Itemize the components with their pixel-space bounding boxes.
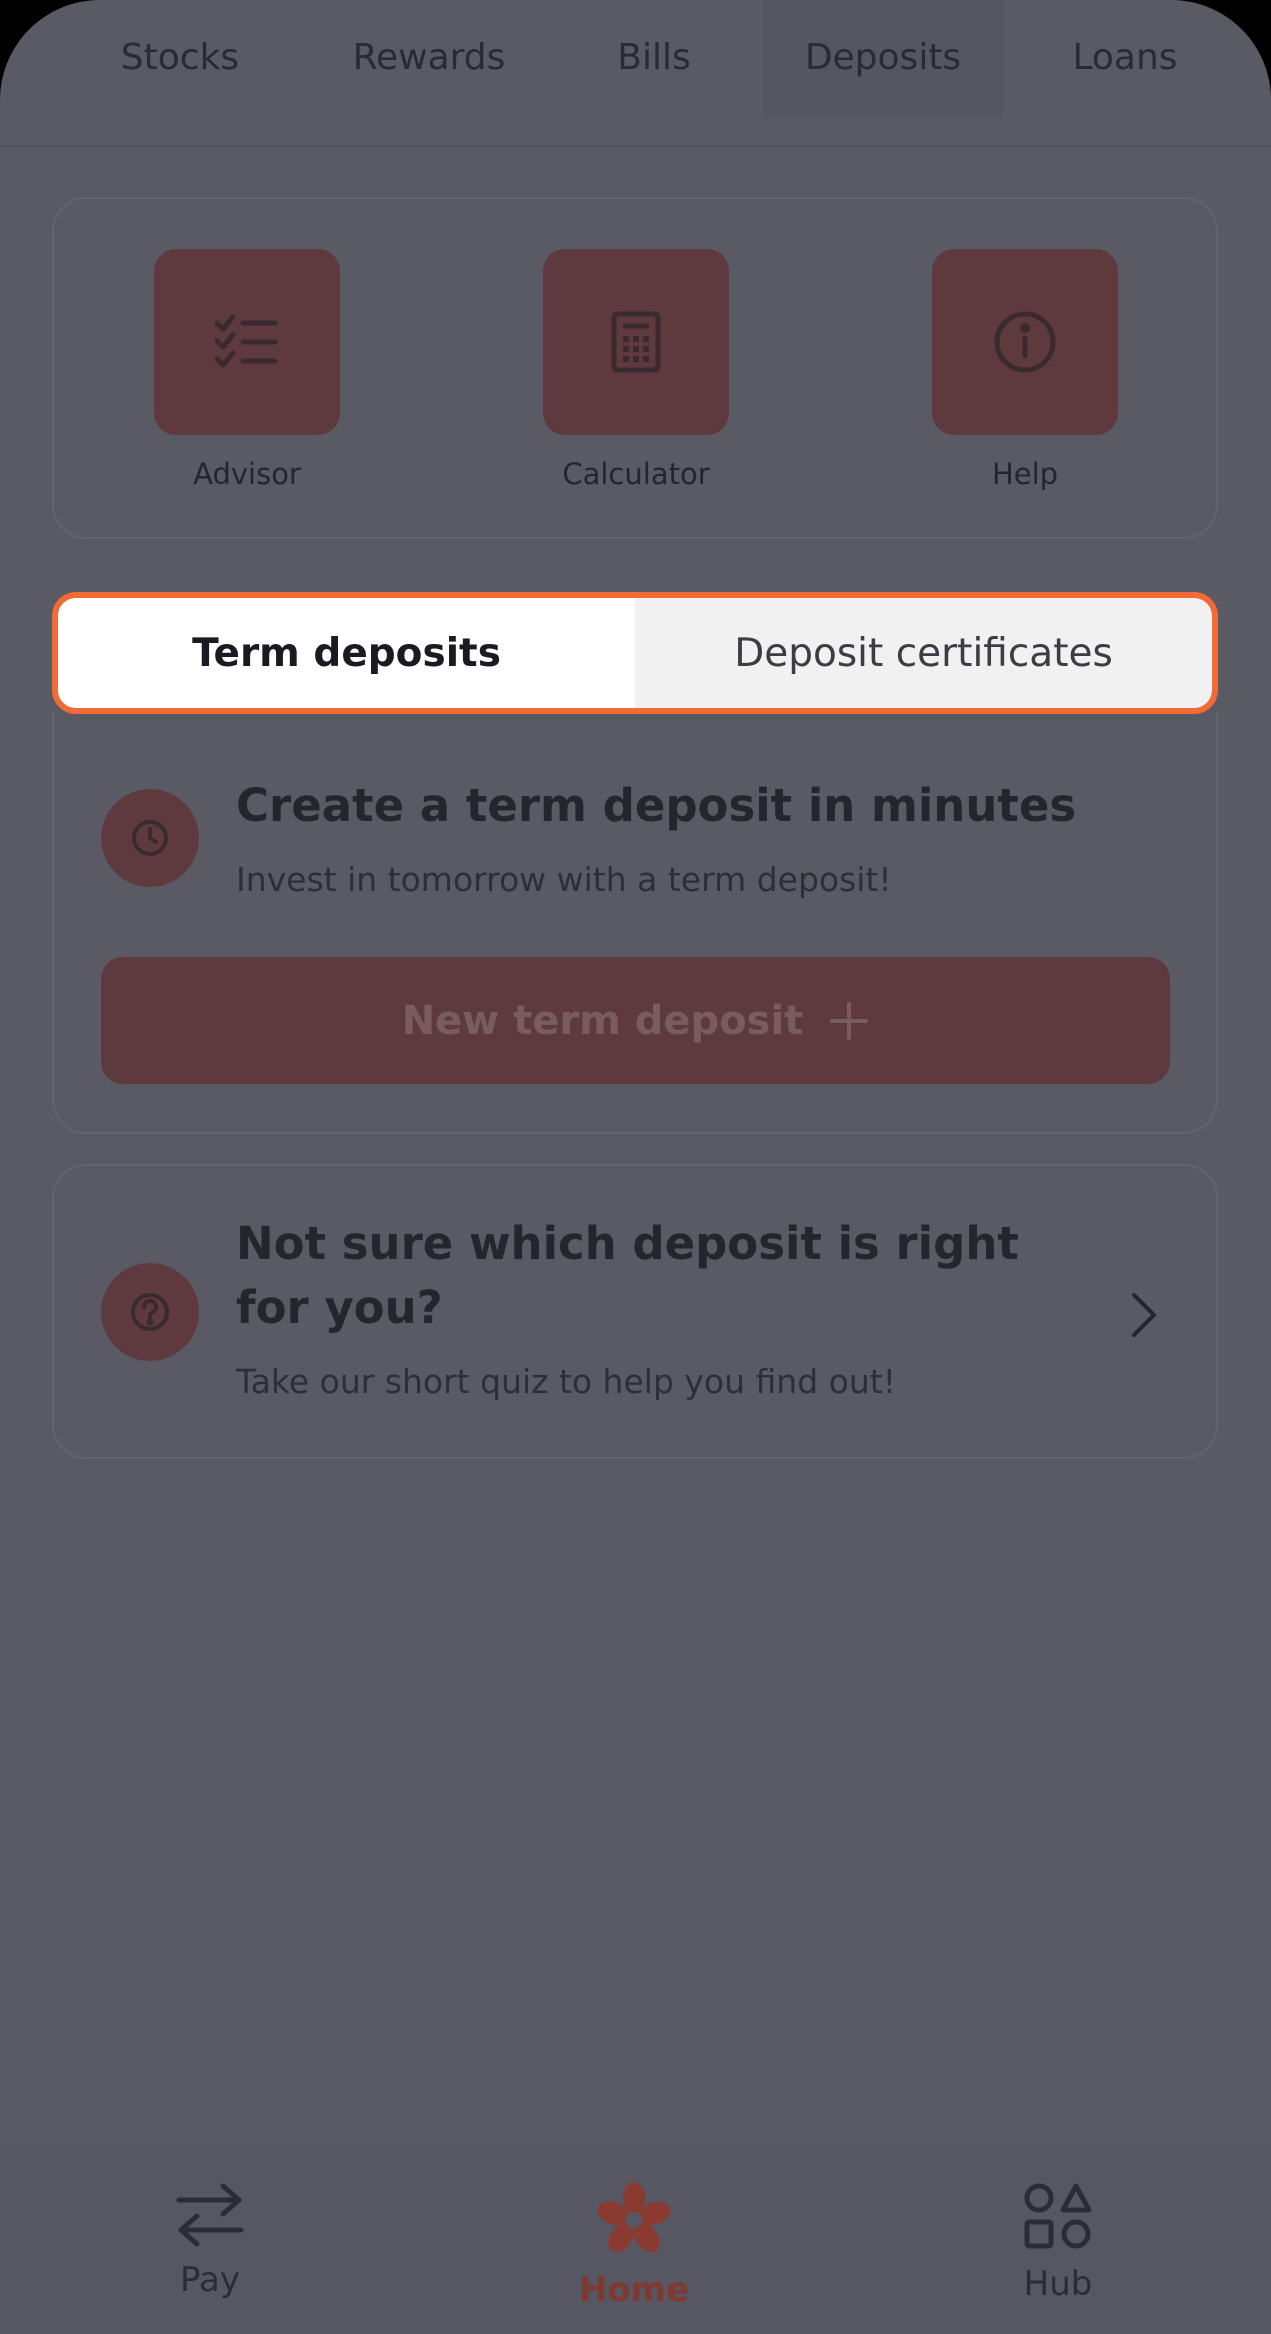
shapes-grid-icon [1024, 2183, 1092, 2249]
top-category-tabs: Stocks Rewards Bills Deposits Loans [0, 0, 1271, 147]
flower-logo-icon [597, 2182, 671, 2253]
checklist-icon [215, 314, 278, 368]
chevron-right-icon [1132, 1293, 1156, 1337]
nav-hub[interactable]: Hub [948, 2182, 1168, 2304]
help-tile[interactable] [932, 249, 1118, 435]
bottom-navigation: Pay Home Hub [0, 2144, 1271, 2334]
deposit-type-switch: Term deposits Deposit certificates [52, 592, 1218, 714]
info-icon [994, 311, 1056, 373]
advisor-tile[interactable] [154, 249, 340, 435]
tab-loans[interactable]: Loans [1040, 0, 1210, 118]
question-icon [131, 1293, 169, 1331]
quiz-card-subtitle: Take our short quiz to help you find out… [236, 1362, 896, 1401]
term-deposits-option[interactable]: Term deposits [58, 598, 635, 708]
calculator-action[interactable]: Calculator [543, 249, 729, 491]
tab-stocks[interactable]: Stocks [80, 0, 280, 118]
calculator-tile[interactable] [543, 249, 729, 435]
term-card-title: Create a term deposit in minutes [236, 779, 1077, 832]
nav-home-label: Home [578, 2270, 690, 2310]
advisor-label: Advisor [193, 457, 301, 491]
help-action[interactable]: Help [932, 249, 1118, 491]
deposit-certificates-option[interactable]: Deposit certificates [635, 598, 1212, 708]
quick-actions-card: Advisor Calculator Help [52, 197, 1218, 539]
clock-icon [132, 820, 168, 856]
help-label: Help [991, 457, 1059, 491]
calculator-label: Calculator [562, 457, 710, 491]
transfer-arrows-icon [176, 2183, 244, 2247]
clock-badge [101, 789, 199, 887]
nav-pay[interactable]: Pay [100, 2182, 320, 2300]
tab-rewards[interactable]: Rewards [324, 0, 534, 118]
advisor-action[interactable]: Advisor [154, 249, 340, 491]
calculator-icon [611, 311, 661, 373]
question-badge [101, 1263, 199, 1361]
nav-home[interactable]: Home [524, 2182, 744, 2310]
plus-icon [830, 1001, 869, 1040]
term-card-subtitle: Invest in tomorrow with a term deposit! [236, 860, 892, 899]
nav-hub-label: Hub [1023, 2264, 1093, 2304]
tab-deposits[interactable]: Deposits [763, 0, 1003, 118]
new-term-deposit-button[interactable]: New term deposit [101, 957, 1170, 1084]
tab-bills[interactable]: Bills [584, 0, 724, 118]
deposits-screen: Stocks Rewards Bills Deposits Loans Advi… [0, 0, 1271, 2334]
quiz-card-title: Not sure which deposit is right for you? [236, 1217, 1019, 1334]
nav-pay-label: Pay [180, 2260, 240, 2300]
new-term-deposit-label: New term deposit [401, 997, 804, 1044]
